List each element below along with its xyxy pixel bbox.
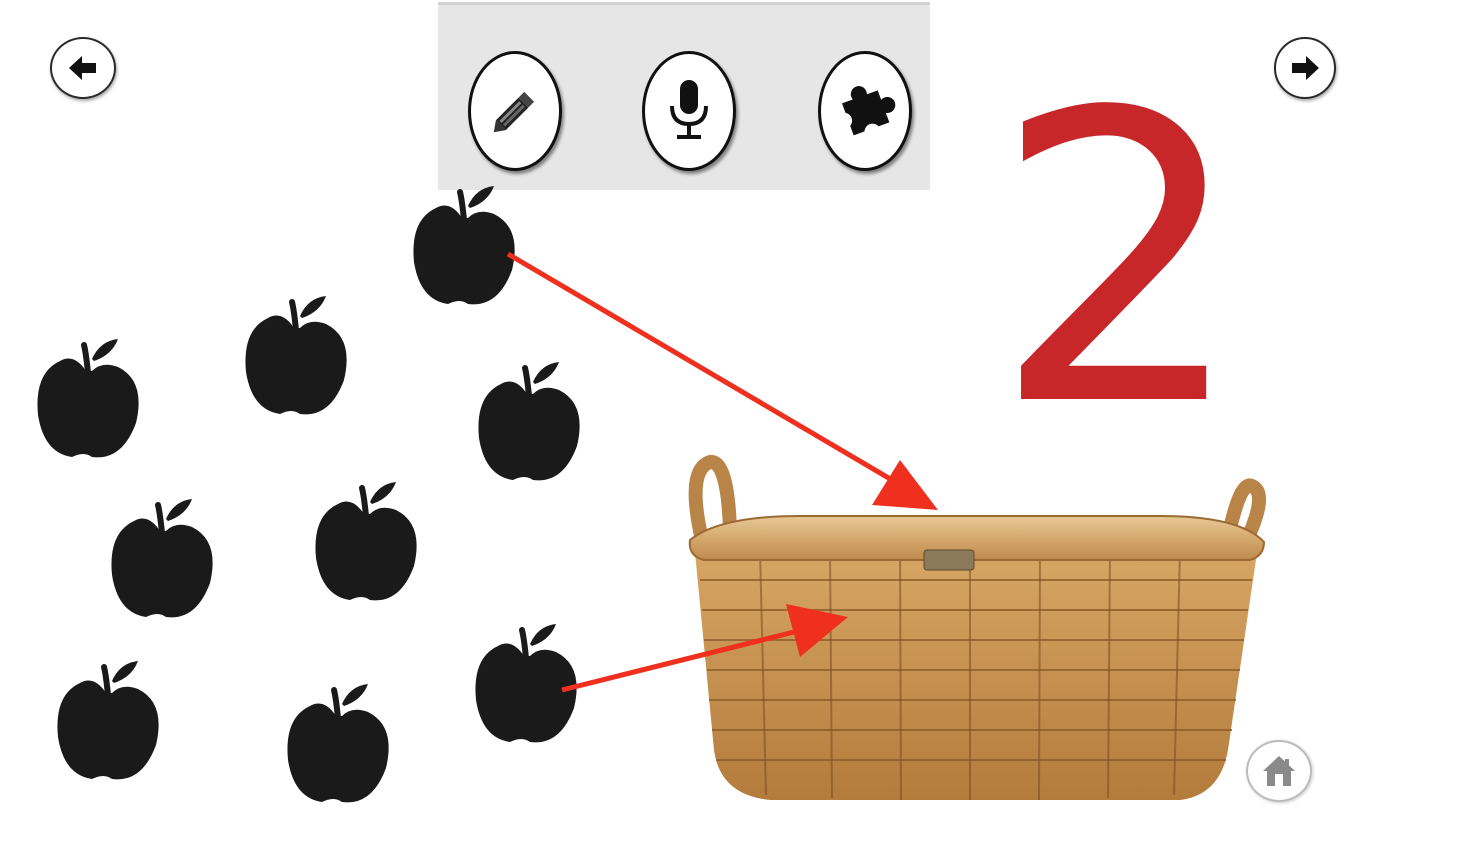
apple[interactable]: [34, 655, 184, 805]
back-button[interactable]: [50, 37, 116, 99]
basket-image[interactable]: [680, 450, 1280, 810]
tool-bar: [438, 2, 930, 190]
lesson-number: 2: [991, 29, 1247, 494]
next-button[interactable]: [1274, 37, 1336, 99]
apple[interactable]: [452, 618, 602, 768]
record-button[interactable]: [642, 51, 736, 171]
home-button[interactable]: [1246, 740, 1312, 802]
arrow-right-icon: [1292, 56, 1319, 80]
arrow-left-icon: [65, 50, 101, 86]
pencil-icon: [493, 91, 535, 133]
apple[interactable]: [222, 290, 372, 440]
puzzle-icon: [836, 86, 896, 140]
apple[interactable]: [14, 333, 164, 483]
home-icon: [1263, 756, 1295, 786]
apple[interactable]: [88, 493, 238, 643]
draw-button[interactable]: [468, 51, 562, 171]
apple[interactable]: [390, 180, 540, 330]
microphone-icon: [670, 80, 708, 139]
apple[interactable]: [264, 678, 414, 828]
apple[interactable]: [455, 356, 605, 506]
puzzle-button[interactable]: [818, 51, 912, 171]
apple[interactable]: [292, 476, 442, 626]
